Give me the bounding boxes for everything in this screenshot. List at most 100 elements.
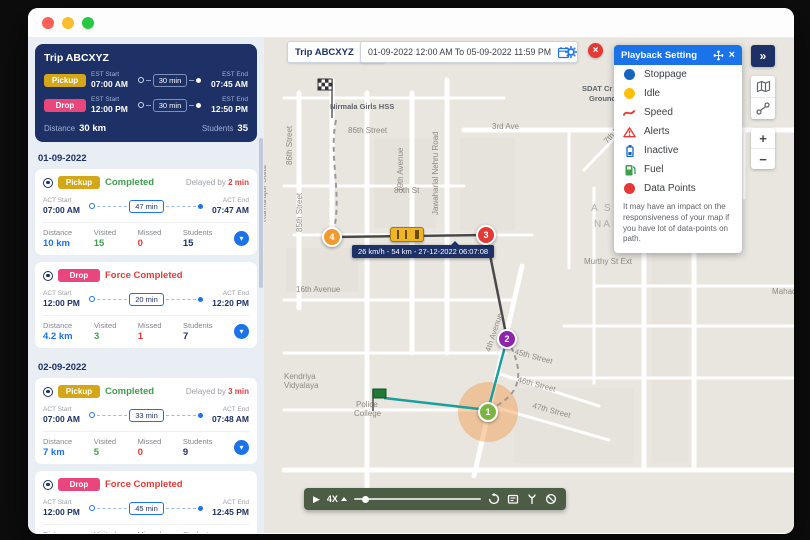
summary-footer: Distance 30 km Students 35 [44, 123, 248, 134]
collapse-panel-button[interactable]: » [751, 45, 775, 67]
school-marker[interactable] [368, 385, 390, 418]
act-time-row: ACT Start07:00 AM 47 min ACT End07:47 AM [43, 197, 249, 215]
map-label-area-1: A S [591, 203, 613, 214]
play-button[interactable]: ▶ [313, 495, 320, 504]
pickup-badge: Pickup [58, 385, 100, 398]
panel-title: Playback Setting [621, 50, 708, 61]
school-flag-icon [368, 385, 390, 413]
est-start-label: EST Start [91, 71, 133, 78]
map-label-86th-st: 86th St [394, 186, 419, 195]
legend-item-alerts[interactable]: Alerts [614, 122, 742, 141]
map-label-mahade: Mahade [772, 287, 794, 296]
trip-stats-row: Distance10 km Visited15 Missed0 Students… [43, 228, 249, 249]
window-titlebar [28, 8, 794, 38]
save-view-button[interactable] [507, 493, 519, 505]
close-playback-button[interactable]: × [588, 43, 603, 58]
zoom-out-button[interactable]: − [751, 149, 775, 169]
legend-item-data-points[interactable]: Data Points [614, 179, 742, 198]
map-label-85th-street: 85th Street [295, 193, 304, 232]
map-label-ground: Ground [589, 94, 616, 103]
zoom-in-button[interactable]: + [751, 128, 775, 149]
act-start-time: 07:00 AM [43, 205, 85, 215]
trip-status: Force Completed [105, 479, 183, 490]
date-range-picker[interactable]: 01-09-2022 12:00 AM To 05-09-2022 11:59 … [360, 41, 578, 63]
trip-stats-row: Distance4.2 km Visited3 Missed1 Students… [43, 321, 249, 342]
route-marker-2[interactable]: 2 [497, 329, 517, 349]
route-marker-1[interactable]: 1 [478, 402, 498, 422]
disable-button[interactable] [545, 493, 557, 505]
trip-card: Drop Force Completed ACT Start12:00 PM 2… [35, 262, 257, 348]
expand-card-button[interactable]: ▾ [234, 324, 249, 339]
date-header: 01-09-2022 [34, 146, 258, 169]
legend-item-fuel[interactable]: Fuel [614, 160, 742, 179]
settings-button[interactable] [562, 43, 579, 60]
students-value: 35 [237, 123, 248, 134]
map-canvas[interactable]: Kamarajar Salai 86th Street 85th Street … [264, 38, 794, 533]
trip-status: Completed [105, 386, 154, 397]
map-type-button[interactable] [751, 76, 775, 97]
route-toggle-button[interactable] [751, 97, 775, 119]
duration-pill: 30 min [153, 74, 188, 87]
trip-stats-row: Distance Visited Missed Students ▾ [43, 530, 249, 533]
pickup-badge: Pickup [58, 176, 100, 189]
battery-icon [623, 144, 636, 157]
speed-value: 4X [327, 494, 338, 504]
trip-title: Trip ABCXYZ [44, 52, 248, 64]
slider-thumb[interactable] [362, 496, 369, 503]
move-icon[interactable] [713, 50, 724, 61]
map-label-kendriya: Kendriya [284, 372, 316, 381]
trip-sidebar: Trip ABCXYZ Pickup EST Start07:00 AM 30 … [28, 38, 264, 533]
est-end-label: EST End [206, 71, 248, 78]
est-start-time: 07:00 AM [91, 79, 133, 89]
students-label: Students [202, 124, 234, 133]
start-flag-marker[interactable] [316, 74, 342, 125]
map-label-86th-street: 86th Street [285, 126, 294, 165]
trip-selector-label: Trip ABCXYZ [295, 47, 354, 58]
delay-text: Delayed by 3 min [186, 387, 249, 396]
timeline-slider[interactable] [354, 498, 481, 500]
checkered-flag-icon [316, 74, 342, 120]
date-range-text: 01-09-2022 12:00 AM To 05-09-2022 11:59 … [368, 47, 551, 57]
route-marker-3[interactable]: 3 [476, 225, 496, 245]
expand-card-button[interactable]: ▾ [234, 440, 249, 455]
drop-badge: Drop [44, 99, 86, 112]
trip-summary-card: Trip ABCXYZ Pickup EST Start07:00 AM 30 … [35, 44, 257, 142]
duration-connector: 30 min [138, 74, 201, 87]
trip-radio[interactable] [43, 480, 53, 490]
alert-icon [623, 125, 636, 138]
traffic-light-close[interactable] [42, 17, 54, 29]
trip-radio[interactable] [43, 178, 53, 188]
map-label-sdat: SDAT Cr [582, 84, 612, 93]
act-end-time: 07:47 AM [207, 205, 249, 215]
panel-header[interactable]: Playback Setting × [614, 45, 742, 65]
playback-setting-panel: Playback Setting × Stoppage Idle [614, 45, 742, 253]
legend-item-inactive[interactable]: Inactive [614, 141, 742, 160]
bus-icon[interactable] [390, 227, 424, 242]
sidebar-scrollbar[interactable] [259, 78, 263, 518]
trip-radio[interactable] [43, 271, 53, 281]
map-label-kamarajar-salai: Kamarajar Salai [264, 165, 268, 222]
panel-close-icon[interactable]: × [729, 50, 735, 61]
legend-item-speed[interactable]: Speed [614, 103, 742, 122]
traffic-light-minimize[interactable] [62, 17, 74, 29]
expand-card-button[interactable]: ▾ [234, 231, 249, 246]
chevron-down-icon: ▾ [239, 234, 243, 243]
route-marker-4[interactable]: 4 [322, 227, 342, 247]
speed-selector[interactable]: 4X [327, 494, 347, 504]
est-pickup-row: Pickup EST Start07:00 AM 30 min EST End0… [44, 71, 248, 89]
pickup-badge: Pickup [44, 74, 86, 87]
branch-button[interactable] [526, 493, 538, 505]
chevron-down-icon: ▾ [239, 443, 243, 452]
est-start-time: 12:00 PM [91, 104, 133, 114]
legend-item-idle[interactable]: Idle [614, 84, 742, 103]
speed-icon [623, 106, 636, 119]
trip-radio[interactable] [43, 387, 53, 397]
panel-note: It may have an impact on the responsiven… [614, 198, 742, 253]
data-points-icon [623, 182, 636, 195]
replay-button[interactable] [488, 493, 500, 505]
trip-card: Pickup Completed Delayed by 3 min ACT St… [35, 378, 257, 464]
est-drop-row: Drop EST Start12:00 PM 30 min EST End12:… [44, 96, 248, 114]
legend-item-stoppage[interactable]: Stoppage [614, 65, 742, 84]
traffic-light-maximize[interactable] [82, 17, 94, 29]
map-label-86th-street-h: 86th Street [348, 126, 387, 135]
